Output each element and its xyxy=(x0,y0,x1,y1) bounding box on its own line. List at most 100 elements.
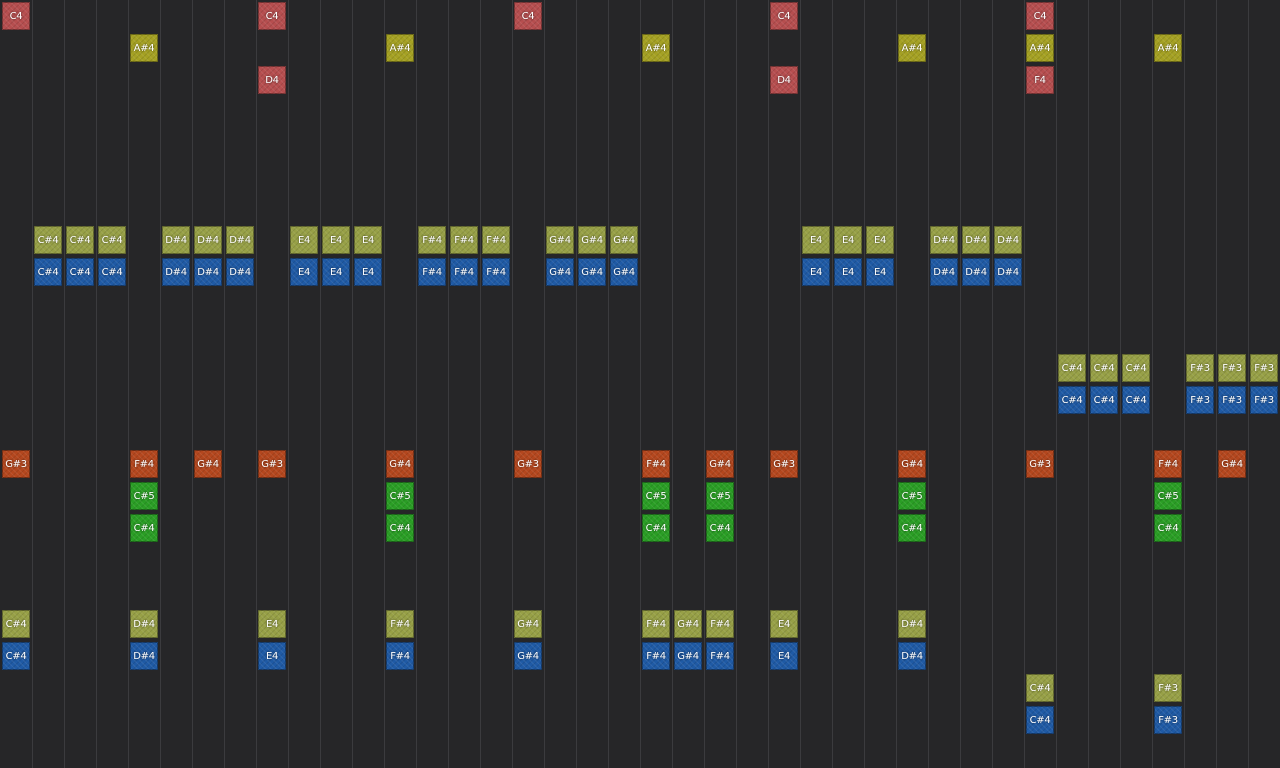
note-block[interactable]: C#4 xyxy=(1026,674,1054,702)
note-block[interactable]: F#4 xyxy=(706,642,734,670)
note-block[interactable]: C#4 xyxy=(642,514,670,542)
note-block[interactable]: F#4 xyxy=(418,258,446,286)
note-block[interactable]: C#4 xyxy=(1058,386,1086,414)
note-block[interactable]: C4 xyxy=(514,2,542,30)
note-block[interactable]: C#5 xyxy=(130,482,158,510)
note-block[interactable]: G#4 xyxy=(546,226,574,254)
note-block[interactable]: G#4 xyxy=(898,450,926,478)
note-block[interactable]: G#4 xyxy=(578,226,606,254)
note-block[interactable]: C#4 xyxy=(130,514,158,542)
note-block[interactable]: G#4 xyxy=(674,642,702,670)
note-block[interactable]: F#3 xyxy=(1186,354,1214,382)
note-block[interactable]: C#5 xyxy=(898,482,926,510)
note-block[interactable]: C#4 xyxy=(1058,354,1086,382)
note-block[interactable]: G#4 xyxy=(514,642,542,670)
note-block[interactable]: A#4 xyxy=(1026,34,1054,62)
note-block[interactable]: D#4 xyxy=(962,258,990,286)
note-block[interactable]: E4 xyxy=(770,642,798,670)
note-block[interactable]: C#4 xyxy=(1154,514,1182,542)
note-block[interactable]: A#4 xyxy=(130,34,158,62)
note-block[interactable]: C4 xyxy=(258,2,286,30)
note-block[interactable]: F#4 xyxy=(482,226,510,254)
note-block[interactable]: C#5 xyxy=(1154,482,1182,510)
note-block[interactable]: C#4 xyxy=(34,226,62,254)
note-block[interactable]: D#4 xyxy=(898,610,926,638)
note-block[interactable]: A#4 xyxy=(386,34,414,62)
note-block[interactable]: E4 xyxy=(322,226,350,254)
note-block[interactable]: D4 xyxy=(258,66,286,94)
note-block[interactable]: C#4 xyxy=(1122,354,1150,382)
piano-roll-grid[interactable]: C4 C4 C4 C4 C4 A#4 A#4 A#4 A#4 A#4 A#4 D4 D4 F4 C#4 C#4… xyxy=(0,0,1280,768)
note-block[interactable]: C#4 xyxy=(2,610,30,638)
note-block[interactable]: G#4 xyxy=(514,610,542,638)
note-block[interactable]: G#3 xyxy=(1026,450,1054,478)
note-block[interactable]: A#4 xyxy=(642,34,670,62)
note-block[interactable]: D#4 xyxy=(194,258,222,286)
note-block[interactable]: D#4 xyxy=(226,258,254,286)
note-block[interactable]: D#4 xyxy=(130,610,158,638)
note-block[interactable]: G#3 xyxy=(258,450,286,478)
note-block[interactable]: C#5 xyxy=(642,482,670,510)
note-block[interactable]: E4 xyxy=(866,226,894,254)
note-block[interactable]: E4 xyxy=(354,226,382,254)
note-block[interactable]: F#4 xyxy=(642,642,670,670)
note-block[interactable]: F#4 xyxy=(642,610,670,638)
note-block[interactable]: E4 xyxy=(770,610,798,638)
note-block[interactable]: F4 xyxy=(1026,66,1054,94)
note-block[interactable]: G#3 xyxy=(514,450,542,478)
note-block[interactable]: E4 xyxy=(322,258,350,286)
note-block[interactable]: D#4 xyxy=(930,226,958,254)
note-block[interactable]: C#4 xyxy=(98,226,126,254)
note-block[interactable]: F#3 xyxy=(1186,386,1214,414)
note-block[interactable]: F#3 xyxy=(1218,354,1246,382)
note-block[interactable]: F#4 xyxy=(642,450,670,478)
note-block[interactable]: E4 xyxy=(802,226,830,254)
note-block[interactable]: C#4 xyxy=(386,514,414,542)
note-block[interactable]: E4 xyxy=(834,258,862,286)
note-block[interactable]: F#4 xyxy=(482,258,510,286)
note-block[interactable]: D#4 xyxy=(962,226,990,254)
note-block[interactable]: C4 xyxy=(770,2,798,30)
note-block[interactable]: G#4 xyxy=(610,226,638,254)
note-block[interactable]: C#5 xyxy=(706,482,734,510)
note-block[interactable]: F#4 xyxy=(706,610,734,638)
note-block[interactable]: D4 xyxy=(770,66,798,94)
note-block[interactable]: F#4 xyxy=(418,226,446,254)
note-block[interactable]: C#4 xyxy=(2,642,30,670)
note-block[interactable]: F#3 xyxy=(1250,386,1278,414)
note-block[interactable]: F#3 xyxy=(1250,354,1278,382)
note-block[interactable]: C#5 xyxy=(386,482,414,510)
note-block[interactable]: F#4 xyxy=(1154,450,1182,478)
note-block[interactable]: C#4 xyxy=(1026,706,1054,734)
note-block[interactable]: G#4 xyxy=(610,258,638,286)
note-block[interactable]: E4 xyxy=(866,258,894,286)
note-block[interactable]: G#4 xyxy=(674,610,702,638)
note-block[interactable]: C#4 xyxy=(66,226,94,254)
note-block[interactable]: D#4 xyxy=(898,642,926,670)
note-block[interactable]: G#4 xyxy=(386,450,414,478)
note-block[interactable]: G#4 xyxy=(578,258,606,286)
note-block[interactable]: D#4 xyxy=(226,226,254,254)
note-block[interactable]: G#4 xyxy=(706,450,734,478)
note-block[interactable]: C4 xyxy=(1026,2,1054,30)
note-block[interactable]: F#3 xyxy=(1154,674,1182,702)
note-block[interactable]: D#4 xyxy=(994,258,1022,286)
note-block[interactable]: C#4 xyxy=(898,514,926,542)
note-block[interactable]: E4 xyxy=(354,258,382,286)
note-block[interactable]: D#4 xyxy=(994,226,1022,254)
note-block[interactable]: F#4 xyxy=(386,610,414,638)
note-block[interactable]: A#4 xyxy=(898,34,926,62)
note-block[interactable]: D#4 xyxy=(162,226,190,254)
note-block[interactable]: A#4 xyxy=(1154,34,1182,62)
note-block[interactable]: E4 xyxy=(258,642,286,670)
note-block[interactable]: E4 xyxy=(290,258,318,286)
note-block[interactable]: E4 xyxy=(290,226,318,254)
note-block[interactable]: F#3 xyxy=(1218,386,1246,414)
note-block[interactable]: G#3 xyxy=(770,450,798,478)
note-block[interactable]: D#4 xyxy=(130,642,158,670)
note-block[interactable]: F#4 xyxy=(450,226,478,254)
note-block[interactable]: C#4 xyxy=(66,258,94,286)
note-block[interactable]: C#4 xyxy=(98,258,126,286)
note-block[interactable]: D#4 xyxy=(194,226,222,254)
note-block[interactable]: E4 xyxy=(834,226,862,254)
